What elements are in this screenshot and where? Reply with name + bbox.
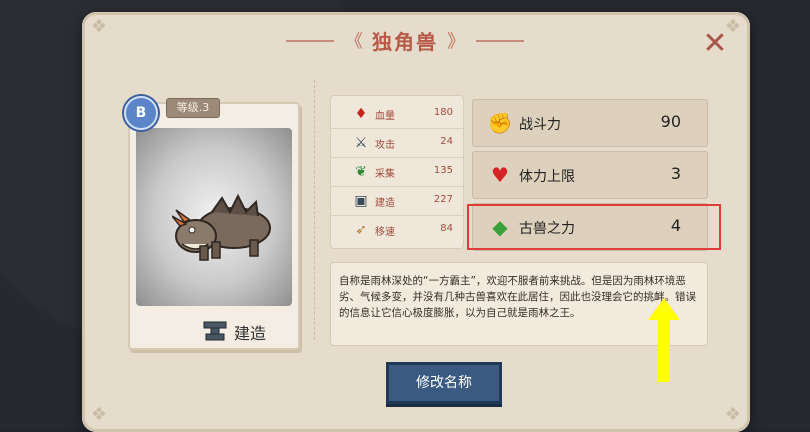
stat-label: 采集: [375, 169, 395, 180]
highlight-box: [467, 204, 721, 250]
title-left-ornament: [285, 39, 334, 42]
close-button[interactable]: ✕: [700, 29, 730, 60]
stat-label: 体力上限: [519, 169, 575, 185]
stat-value: 180: [433, 107, 453, 118]
anvil-icon: ▣: [354, 193, 368, 209]
up-arrow-icon: [648, 298, 680, 382]
fist-icon: ✊: [487, 111, 513, 135]
stat-card: ✊ 战斗力 90: [472, 99, 708, 147]
stat-label: 移速: [375, 227, 395, 238]
stat-row: ♦ 血量 180: [331, 100, 463, 129]
level-tag: 等级.3: [166, 98, 220, 118]
stat-value: 135: [433, 165, 453, 176]
title-left-bracket-icon: 《: [344, 31, 363, 53]
title-right-bracket-icon: 》: [447, 31, 466, 53]
stat-value: 90: [660, 112, 681, 131]
rename-button[interactable]: 修改名称: [386, 362, 502, 404]
title-bar: 《 独角兽 》: [0, 26, 810, 55]
grade-badge: B: [124, 96, 158, 130]
stat-label: 战斗力: [519, 117, 561, 133]
title-right-ornament: [476, 39, 525, 42]
boot-icon: ➶: [355, 222, 367, 238]
stat-label: 血量: [375, 111, 395, 122]
page-title: 独角兽: [372, 30, 438, 54]
stat-row: ⚔ 攻击 24: [331, 129, 463, 158]
stat-row: ▣ 建造 227: [331, 187, 463, 216]
base-stats-list: ♦ 血量 180 ⚔ 攻击 24 ❦ 采集 135 ▣ 建造 227 ➶ 移速 …: [330, 95, 464, 249]
stat-value: 84: [440, 223, 453, 234]
stat-value: 227: [433, 194, 453, 205]
rhino-beast-portrait: [172, 193, 271, 261]
stat-value: 24: [440, 136, 453, 147]
leaf-icon: ❦: [355, 164, 367, 180]
section-divider: [314, 80, 315, 340]
grade-label: B: [135, 105, 147, 121]
stat-row: ❦ 采集 135: [331, 158, 463, 187]
stat-label: 攻击: [375, 140, 395, 151]
stat-value: 3: [670, 164, 681, 183]
heart-arrow-icon: ♥: [491, 163, 509, 187]
blood-drop-icon: ♦: [354, 106, 368, 122]
anvil-icon: [203, 321, 227, 341]
card-skill-label: 建造: [234, 324, 267, 343]
card-skill-tag: 建造: [200, 318, 280, 344]
close-icon: ✕: [702, 26, 728, 61]
stat-card: ♥ 体力上限 3: [472, 151, 708, 199]
corner-ornament-icon: ❖: [90, 404, 108, 425]
description-text: 自称是雨林深处的“一方霸主”，欢迎不服者前来挑战。但是因为雨林环境恶劣、气候多变…: [339, 275, 696, 319]
crossed-swords-icon: ⚔: [354, 135, 368, 151]
stat-row: ➶ 移速 84: [331, 216, 463, 244]
corner-ornament-icon: ❖: [724, 404, 742, 425]
stat-label: 建造: [375, 198, 395, 209]
